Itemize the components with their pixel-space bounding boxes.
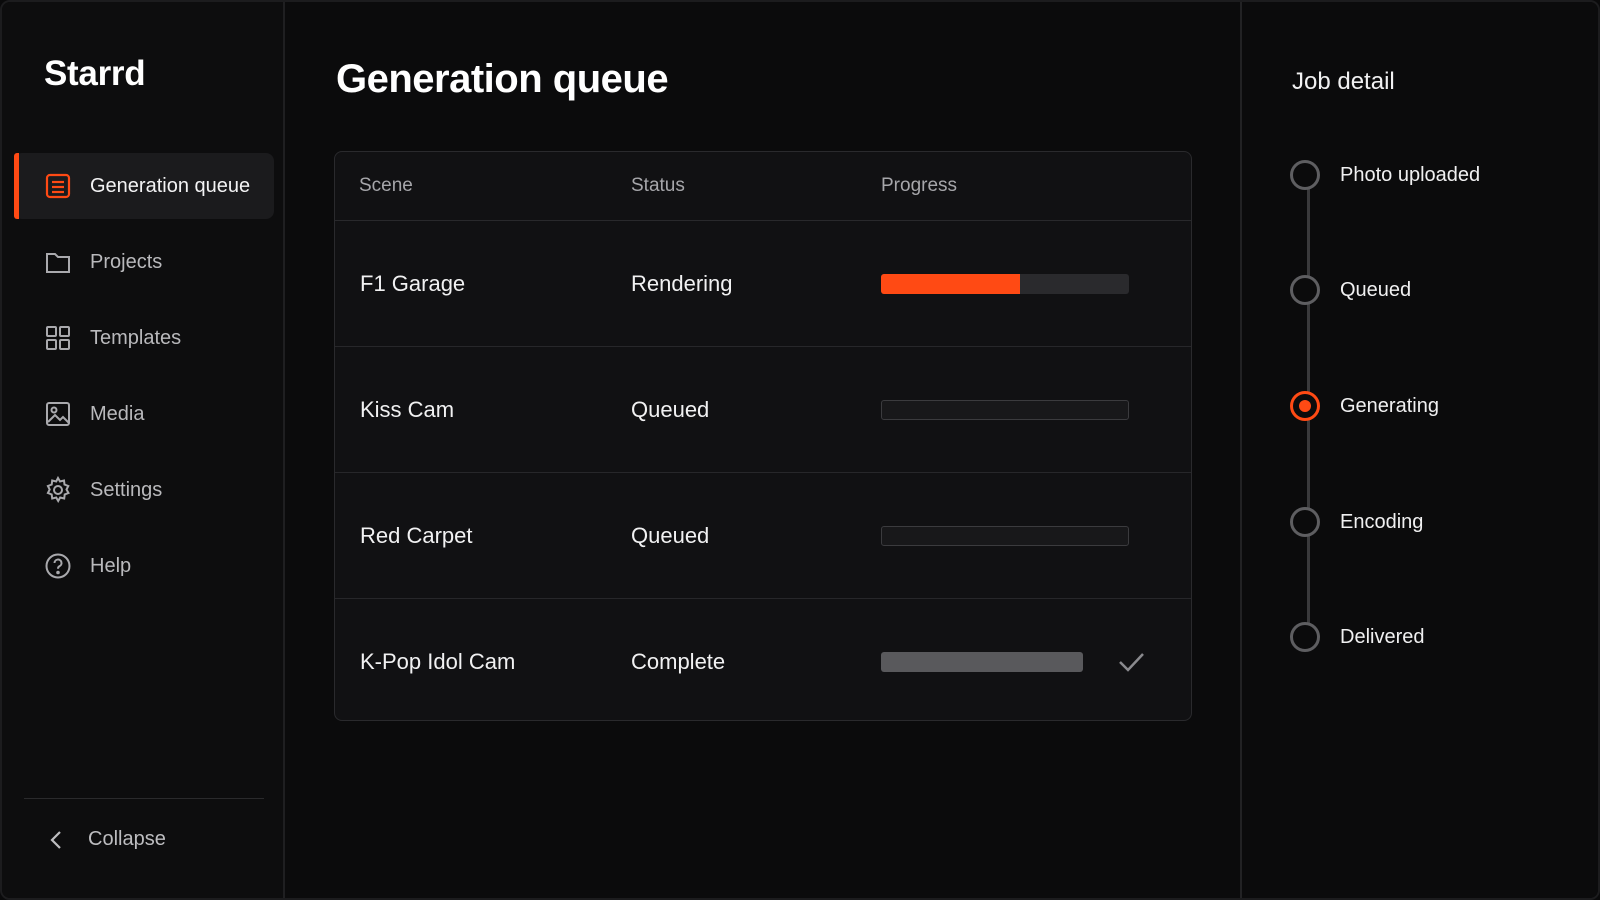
- table-row[interactable]: F1 Garage Rendering: [335, 221, 1191, 347]
- step-label: Generating: [1340, 394, 1439, 417]
- sidebar-item-label: Help: [90, 554, 132, 577]
- brand-logo: Starrd: [44, 54, 146, 93]
- job-detail-panel: Job detail Photo uploaded Queued Generat…: [1240, 2, 1598, 898]
- table-row[interactable]: Red Carpet Queued: [335, 473, 1191, 599]
- step-circle-icon: [1290, 622, 1320, 652]
- step-label: Photo uploaded: [1340, 163, 1481, 186]
- status-text: Queued: [631, 522, 710, 548]
- step-circle-icon: [1290, 160, 1320, 190]
- grid-icon: [44, 324, 72, 352]
- step-circle-icon: [1290, 507, 1320, 537]
- help-icon: [44, 552, 72, 580]
- sidebar-item-templates[interactable]: Templates: [14, 305, 274, 371]
- gear-icon: [44, 476, 72, 504]
- sidebar-item-label: Media: [90, 402, 145, 425]
- progress-fill: [881, 273, 1020, 294]
- list-icon: [44, 172, 72, 200]
- step-label: Delivered: [1340, 625, 1425, 648]
- sidebar-item-settings[interactable]: Settings: [14, 457, 274, 523]
- collapse-label: Collapse: [88, 828, 166, 850]
- status-text: Queued: [631, 396, 710, 422]
- app-window: Starrd Generation queue Projects Templat…: [0, 0, 1600, 900]
- sidebar-divider: [24, 798, 264, 799]
- main-content: Generation queue Scene Status Progress F…: [285, 2, 1242, 898]
- sidebar-item-label: Generation queue: [90, 174, 251, 197]
- scene-name: Red Carpet: [360, 522, 473, 548]
- sidebar-item-help[interactable]: Help: [14, 533, 274, 599]
- panel-title: Job detail: [1292, 68, 1395, 95]
- progress-bar: [881, 525, 1129, 546]
- progress-bar: [881, 273, 1129, 294]
- page-title: Generation queue: [336, 57, 669, 101]
- scene-name: K-Pop Idol Cam: [360, 648, 516, 674]
- scene-name: Kiss Cam: [360, 396, 455, 422]
- table-row[interactable]: K-Pop Idol Cam Complete: [335, 599, 1191, 720]
- scene-name: F1 Garage: [360, 270, 466, 296]
- step-queued: Queued: [1290, 275, 1411, 305]
- folder-icon: [44, 248, 72, 276]
- sidebar-nav: Generation queue Projects Templates Medi…: [14, 153, 274, 609]
- step-delivered: Delivered: [1290, 622, 1424, 652]
- step-label: Encoding: [1340, 510, 1424, 533]
- chevron-left-icon: [50, 830, 61, 849]
- sidebar-item-projects[interactable]: Projects: [14, 229, 274, 295]
- step-generating: Generating: [1290, 391, 1439, 421]
- table-header: Scene Status Progress: [335, 152, 1191, 221]
- sidebar-item-label: Settings: [90, 478, 163, 501]
- status-text: Complete: [631, 648, 726, 674]
- column-header-progress[interactable]: Progress: [881, 175, 957, 197]
- queue-table: Scene Status Progress F1 Garage Renderin…: [334, 151, 1192, 721]
- column-header-status[interactable]: Status: [631, 175, 685, 197]
- step-label: Queued: [1340, 278, 1412, 301]
- image-icon: [44, 400, 72, 428]
- sidebar-item-media[interactable]: Media: [14, 381, 274, 447]
- step-photo-uploaded: Photo uploaded: [1290, 160, 1480, 190]
- step-circle-icon: [1290, 275, 1320, 305]
- status-text: Rendering: [631, 270, 733, 296]
- sidebar-item-label: Templates: [90, 326, 182, 349]
- progress-bar: [881, 399, 1129, 420]
- check-icon: [1119, 652, 1144, 672]
- sidebar-item-label: Projects: [90, 250, 163, 273]
- table-row[interactable]: Kiss Cam Queued: [335, 347, 1191, 473]
- column-header-scene[interactable]: Scene: [359, 175, 413, 197]
- sidebar-item-generation-queue[interactable]: Generation queue: [14, 153, 274, 219]
- step-active-circle-icon: [1290, 391, 1320, 421]
- progress-bar: [881, 651, 1083, 672]
- collapse-button[interactable]: Collapse: [46, 828, 166, 851]
- sidebar: Starrd Generation queue Projects Templat…: [2, 2, 285, 898]
- step-encoding: Encoding: [1290, 507, 1423, 537]
